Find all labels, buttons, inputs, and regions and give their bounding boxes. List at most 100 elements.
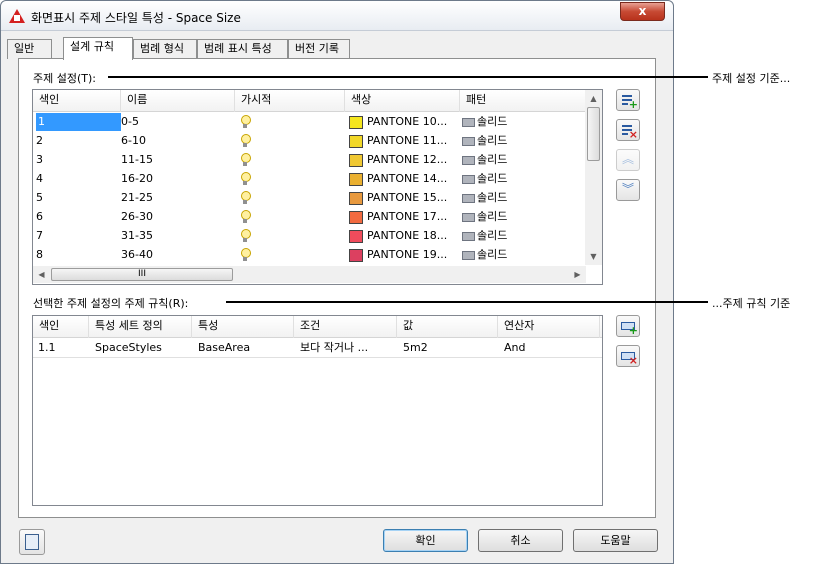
list-item[interactable]: 4 16-20 PANTONE 14... 솔리드 bbox=[33, 170, 586, 189]
tab-design-rules[interactable]: 설계 규칙 bbox=[63, 37, 133, 60]
pattern-name: 솔리드 bbox=[477, 115, 508, 128]
title-bar[interactable]: 화면표시 주제 스타일 특성 - Space Size x bbox=[1, 1, 673, 31]
pattern-swatch-icon[interactable] bbox=[462, 250, 475, 260]
pattern-name: 솔리드 bbox=[477, 172, 508, 185]
setting-name: 21-25 bbox=[121, 191, 153, 204]
tab-general[interactable]: 일반 bbox=[7, 39, 52, 59]
color-name: PANTONE 15... bbox=[367, 191, 448, 204]
color-name: PANTONE 19... bbox=[367, 248, 448, 261]
remove-theme-setting-button[interactable]: × bbox=[616, 119, 640, 141]
theme-rules-callout-line bbox=[226, 301, 708, 303]
rule-property-set: SpaceStyles bbox=[95, 341, 162, 354]
color-swatch[interactable] bbox=[349, 153, 363, 167]
theme-settings-list[interactable]: 색인 이름 가시적 색상 패턴 1 0-5 PANTONE 10... 솔리드 2 6-1… bbox=[32, 89, 603, 285]
theme-settings-hscrollbar[interactable]: ◀ III ▶ bbox=[33, 266, 586, 283]
pattern-swatch-icon[interactable] bbox=[462, 212, 475, 222]
column-header-operator[interactable]: 연산자 bbox=[498, 316, 600, 338]
column-header-visible[interactable]: 가시적 bbox=[235, 90, 345, 112]
add-rule-button[interactable]: + bbox=[616, 315, 640, 337]
setting-name: 0-5 bbox=[121, 115, 139, 128]
color-swatch[interactable] bbox=[349, 115, 363, 129]
scroll-up-arrow-icon[interactable]: ▲ bbox=[585, 90, 602, 107]
column-header-name[interactable]: 이름 bbox=[121, 90, 235, 112]
pattern-name: 솔리드 bbox=[477, 210, 508, 223]
scroll-left-arrow-icon[interactable]: ◀ bbox=[33, 266, 50, 283]
color-swatch[interactable] bbox=[349, 229, 363, 243]
lightbulb-icon[interactable] bbox=[240, 134, 251, 148]
color-name: PANTONE 18... bbox=[367, 229, 448, 242]
color-swatch[interactable] bbox=[349, 172, 363, 186]
setting-index: 6 bbox=[36, 210, 43, 223]
dialog-window: 화면표시 주제 스타일 특성 - Space Size x 일반 설계 규칙 범… bbox=[0, 0, 674, 564]
lightbulb-icon[interactable] bbox=[240, 191, 251, 205]
tab-version-history[interactable]: 버전 기록 bbox=[288, 39, 350, 59]
setting-index: 1 bbox=[36, 113, 121, 131]
scroll-right-arrow-icon[interactable]: ▶ bbox=[569, 266, 586, 283]
lightbulb-icon[interactable] bbox=[240, 172, 251, 186]
pattern-swatch-icon[interactable] bbox=[462, 136, 475, 146]
window-title: 화면표시 주제 스타일 특성 - Space Size bbox=[31, 11, 241, 25]
close-button[interactable]: x bbox=[620, 2, 665, 21]
color-swatch[interactable] bbox=[349, 191, 363, 205]
lightbulb-icon[interactable] bbox=[240, 115, 251, 129]
theme-settings-callout: 주제 설정 기준... bbox=[712, 72, 791, 85]
tab-legend-display-props[interactable]: 범례 표시 특성 bbox=[197, 39, 288, 59]
theme-rules-list[interactable]: 색인 특성 세트 정의 특성 조건 값 연산자 1.1 SpaceStyles … bbox=[32, 315, 603, 506]
help-button[interactable]: 도움말 bbox=[573, 529, 658, 552]
setting-index: 5 bbox=[36, 191, 43, 204]
pattern-swatch-icon[interactable] bbox=[462, 193, 475, 203]
column-header-index[interactable]: 색인 bbox=[33, 90, 121, 112]
pattern-name: 솔리드 bbox=[477, 153, 508, 166]
pattern-swatch-icon[interactable] bbox=[462, 231, 475, 241]
chevron-down-icon: ︾ bbox=[621, 182, 634, 196]
vscroll-thumb[interactable] bbox=[587, 107, 600, 161]
theme-settings-callout-line bbox=[108, 76, 708, 78]
hscroll-thumb[interactable]: III bbox=[51, 268, 233, 281]
theme-settings-vscrollbar[interactable]: ▲ ▼ bbox=[585, 90, 602, 265]
pattern-swatch-icon[interactable] bbox=[462, 155, 475, 165]
list-item[interactable]: 1 0-5 PANTONE 10... 솔리드 bbox=[33, 113, 586, 132]
setting-index: 3 bbox=[36, 153, 43, 166]
column-header-property[interactable]: 특성 bbox=[192, 316, 294, 338]
column-header-pattern[interactable]: 패턴 bbox=[460, 90, 586, 112]
column-header-property-set[interactable]: 특성 세트 정의 bbox=[89, 316, 192, 338]
remove-rule-button[interactable]: × bbox=[616, 345, 640, 367]
lightbulb-icon[interactable] bbox=[240, 153, 251, 167]
cancel-button[interactable]: 취소 bbox=[478, 529, 563, 552]
pattern-name: 솔리드 bbox=[477, 229, 508, 242]
lightbulb-icon[interactable] bbox=[240, 210, 251, 224]
ok-button[interactable]: 확인 bbox=[383, 529, 468, 552]
list-item[interactable]: 3 11-15 PANTONE 12... 솔리드 bbox=[33, 151, 586, 170]
color-name: PANTONE 11... bbox=[367, 134, 448, 147]
rule-condition: 보다 작거나 ... bbox=[300, 341, 369, 354]
column-header-color[interactable]: 색상 bbox=[345, 90, 460, 112]
rule-index: 1.1 bbox=[38, 341, 56, 354]
color-name: PANTONE 10... bbox=[367, 115, 448, 128]
list-item[interactable]: 6 26-30 PANTONE 17... 솔리드 bbox=[33, 208, 586, 227]
setting-index: 2 bbox=[36, 134, 43, 147]
list-item[interactable]: 8 36-40 PANTONE 19... 솔리드 bbox=[33, 246, 586, 265]
list-item[interactable]: 5 21-25 PANTONE 15... 솔리드 bbox=[33, 189, 586, 208]
move-down-button[interactable]: ︾ bbox=[616, 179, 640, 201]
add-theme-setting-button[interactable]: + bbox=[616, 89, 640, 111]
color-swatch[interactable] bbox=[349, 134, 363, 148]
lightbulb-icon[interactable] bbox=[240, 229, 251, 243]
color-name: PANTONE 12... bbox=[367, 153, 448, 166]
pattern-swatch-icon[interactable] bbox=[462, 174, 475, 184]
column-header-rule-index[interactable]: 색인 bbox=[33, 316, 89, 338]
table-row[interactable]: 1.1 SpaceStyles BaseArea 보다 작거나 ... 5m2 … bbox=[33, 339, 602, 358]
lightbulb-icon[interactable] bbox=[240, 248, 251, 262]
move-up-button[interactable]: ︽ bbox=[616, 149, 640, 171]
list-item[interactable]: 7 31-35 PANTONE 18... 솔리드 bbox=[33, 227, 586, 246]
scroll-down-arrow-icon[interactable]: ▼ bbox=[585, 248, 602, 265]
column-header-value[interactable]: 값 bbox=[397, 316, 498, 338]
pattern-name: 솔리드 bbox=[477, 248, 508, 261]
column-header-condition[interactable]: 조건 bbox=[294, 316, 397, 338]
pattern-swatch-icon[interactable] bbox=[462, 117, 475, 127]
display-manager-button[interactable] bbox=[19, 529, 45, 555]
list-item[interactable]: 2 6-10 PANTONE 11... 솔리드 bbox=[33, 132, 586, 151]
color-swatch[interactable] bbox=[349, 248, 363, 262]
tab-legend-format[interactable]: 범례 형식 bbox=[133, 39, 197, 59]
rule-operator: And bbox=[504, 341, 526, 354]
color-swatch[interactable] bbox=[349, 210, 363, 224]
